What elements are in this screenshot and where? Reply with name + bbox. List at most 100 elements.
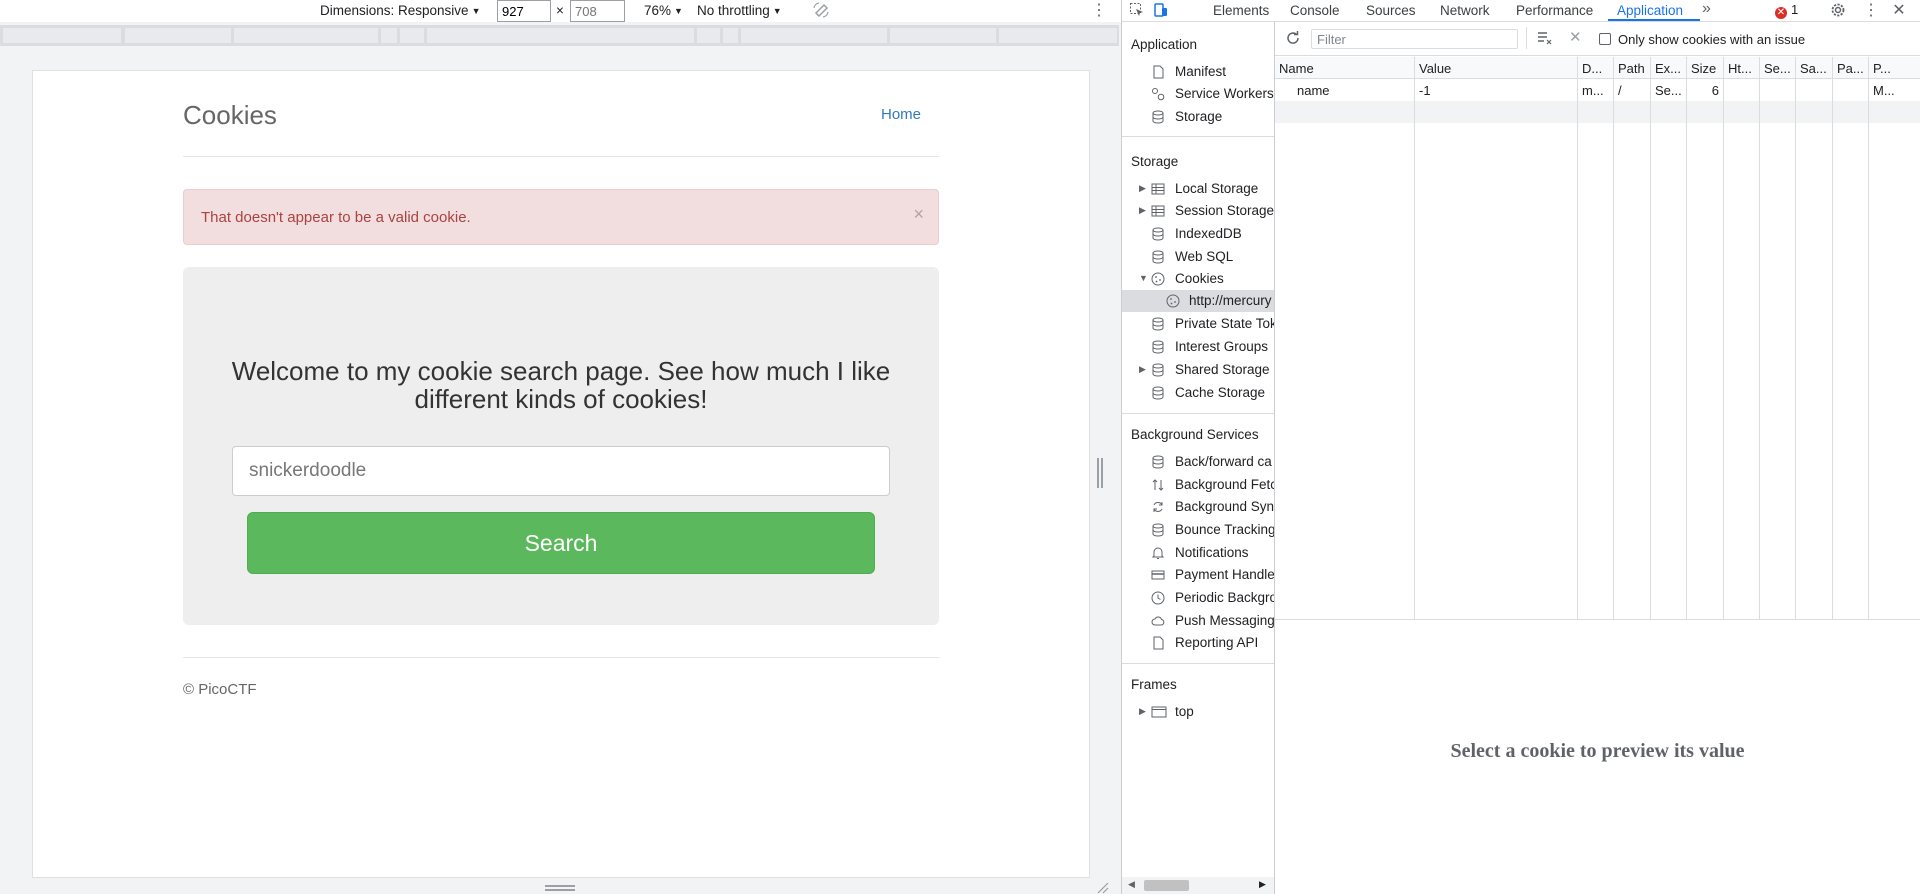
- tab-network[interactable]: Network: [1440, 3, 1490, 18]
- sidebar-item-local-storage[interactable]: ▶ Local Storage: [1122, 178, 1274, 200]
- scroll-left-icon[interactable]: ◀: [1128, 879, 1135, 890]
- column-header-path[interactable]: Path: [1614, 57, 1651, 79]
- sidebar-item-web-sql[interactable]: Web SQL: [1122, 246, 1274, 268]
- sidebar-item-shared-storage[interactable]: ▶ Shared Storage: [1122, 359, 1274, 381]
- column-header-name[interactable]: Name: [1275, 57, 1415, 79]
- scrollbar-thumb[interactable]: [1144, 880, 1189, 891]
- sidebar-item-push-messaging[interactable]: Push Messaging: [1122, 610, 1274, 632]
- cell-priority[interactable]: M...: [1869, 79, 1920, 101]
- column-header-partition[interactable]: Pa...: [1833, 57, 1869, 79]
- sidebar-item-cache-storage[interactable]: Cache Storage: [1122, 382, 1274, 404]
- ruler-segment[interactable]: [125, 28, 231, 43]
- resize-corner-icon[interactable]: [1095, 880, 1109, 894]
- ruler-segment[interactable]: [999, 28, 1117, 43]
- sidebar-item-reporting-api[interactable]: Reporting API: [1122, 632, 1274, 654]
- clear-filtered-cookies-icon[interactable]: [1537, 31, 1553, 48]
- expand-arrow-icon[interactable]: ▶: [1139, 183, 1146, 194]
- height-input[interactable]: [570, 0, 625, 22]
- cell-samesite[interactable]: [1796, 79, 1833, 101]
- sidebar-item-session-storage[interactable]: ▶ Session Storage: [1122, 200, 1274, 222]
- ruler-segment[interactable]: [723, 28, 738, 43]
- width-input[interactable]: [497, 0, 551, 22]
- close-devtools-icon[interactable]: ✕: [1890, 2, 1908, 20]
- cell-size[interactable]: 6: [1687, 79, 1724, 101]
- collapse-arrow-icon[interactable]: ▼: [1139, 273, 1148, 283]
- customize-menu-icon[interactable]: ⋮: [1862, 2, 1880, 20]
- cell-name[interactable]: name: [1275, 79, 1415, 101]
- sidebar-item-notifications[interactable]: Notifications: [1122, 542, 1274, 564]
- tab-application[interactable]: Application: [1617, 3, 1683, 18]
- cell-httponly[interactable]: [1724, 79, 1760, 101]
- sidebar-horizontal-scrollbar[interactable]: ◀ ▶: [1122, 877, 1274, 894]
- more-options-icon[interactable]: ⋮: [1091, 0, 1107, 20]
- tab-elements[interactable]: Elements: [1213, 3, 1269, 18]
- sidebar-item-manifest[interactable]: Manifest: [1122, 61, 1274, 83]
- sidebar-item-storage-overview[interactable]: Storage: [1122, 106, 1274, 128]
- column-header-value[interactable]: Value: [1415, 57, 1578, 79]
- sidebar-item-private-state-tokens[interactable]: Private State Tok: [1122, 313, 1274, 335]
- resize-handle-right[interactable]: [1097, 458, 1103, 488]
- cookie-filter-input[interactable]: [1311, 29, 1518, 49]
- sidebar-item-label: Notifications: [1175, 545, 1249, 560]
- sidebar-item-indexeddb[interactable]: IndexedDB: [1122, 223, 1274, 245]
- settings-gear-icon[interactable]: [1829, 2, 1847, 20]
- sidebar-item-bounce-tracking[interactable]: Bounce Tracking: [1122, 519, 1274, 541]
- cell-secure[interactable]: [1760, 79, 1796, 101]
- sidebar-item-background-sync[interactable]: Background Syn: [1122, 496, 1274, 518]
- ruler-segment[interactable]: [697, 28, 720, 43]
- sidebar-item-service-workers[interactable]: Service Workers: [1122, 83, 1274, 105]
- close-icon[interactable]: ×: [913, 204, 924, 225]
- ruler-segment[interactable]: [3, 28, 121, 43]
- inspect-element-icon[interactable]: [1128, 2, 1146, 20]
- cell-path[interactable]: /: [1614, 79, 1651, 101]
- tab-sources[interactable]: Sources: [1366, 3, 1416, 18]
- zoom-select[interactable]: 76% ▼: [644, 3, 683, 18]
- throttling-select[interactable]: No throttling ▼: [697, 3, 782, 18]
- expand-arrow-icon[interactable]: ▶: [1139, 364, 1146, 375]
- caret-down-icon: ▼: [772, 6, 782, 16]
- column-header-httponly[interactable]: Ht...: [1724, 57, 1760, 79]
- tab-console[interactable]: Console: [1290, 3, 1340, 18]
- search-button[interactable]: Search: [247, 512, 875, 574]
- ruler-segment[interactable]: [427, 28, 694, 43]
- rotate-icon[interactable]: [812, 1, 830, 22]
- refresh-icon[interactable]: [1285, 30, 1301, 49]
- resize-handle-bottom[interactable]: [545, 885, 575, 891]
- sidebar-item-background-fetch[interactable]: Background Fetc: [1122, 474, 1274, 496]
- ruler-segment[interactable]: [381, 28, 397, 43]
- sidebar-item-back-forward-cache[interactable]: Back/forward ca: [1122, 451, 1274, 473]
- scroll-right-icon[interactable]: ▶: [1259, 879, 1266, 890]
- tab-performance[interactable]: Performance: [1516, 3, 1593, 18]
- column-header-expires[interactable]: Ex...: [1651, 57, 1687, 79]
- more-tabs-icon[interactable]: »: [1702, 0, 1711, 18]
- sidebar-item-frame-top[interactable]: ▶ top: [1122, 701, 1274, 723]
- sidebar-item-interest-groups[interactable]: Interest Groups: [1122, 336, 1274, 358]
- sidebar-item-cookie-origin[interactable]: http://mercury: [1122, 290, 1274, 312]
- expand-arrow-icon[interactable]: ▶: [1139, 706, 1146, 717]
- ruler-segment[interactable]: [234, 28, 378, 43]
- column-header-secure[interactable]: Se...: [1760, 57, 1796, 79]
- cell-expires[interactable]: Se...: [1651, 79, 1687, 101]
- cell-partition[interactable]: [1833, 79, 1869, 101]
- delete-selected-icon[interactable]: ✕: [1569, 28, 1582, 46]
- only-issues-checkbox[interactable]: [1599, 33, 1611, 45]
- dimensions-select[interactable]: Dimensions: Responsive ▼: [320, 3, 481, 18]
- ruler-segment[interactable]: [741, 28, 887, 43]
- media-query-ruler[interactable]: [0, 25, 1119, 46]
- device-toggle-icon[interactable]: [1152, 2, 1170, 20]
- column-header-size[interactable]: Size: [1687, 57, 1724, 79]
- cookie-search-input[interactable]: [232, 446, 890, 496]
- nav-home-link[interactable]: Home: [881, 106, 921, 123]
- column-header-samesite[interactable]: Sa...: [1796, 57, 1833, 79]
- sidebar-item-payment-handler[interactable]: Payment Handle: [1122, 564, 1274, 586]
- cell-value[interactable]: -1: [1415, 79, 1578, 101]
- sidebar-item-cookies[interactable]: ▼ Cookies: [1122, 268, 1274, 290]
- column-header-domain[interactable]: D...: [1578, 57, 1614, 79]
- ruler-segment[interactable]: [400, 28, 424, 43]
- column-header-priority[interactable]: P...: [1869, 57, 1920, 79]
- error-count-badge[interactable]: ✕ 1: [1775, 2, 1798, 19]
- expand-arrow-icon[interactable]: ▶: [1139, 205, 1146, 216]
- cell-domain[interactable]: m...: [1578, 79, 1614, 101]
- sidebar-item-periodic-background-sync[interactable]: Periodic Backgro: [1122, 587, 1274, 609]
- ruler-segment[interactable]: [890, 28, 996, 43]
